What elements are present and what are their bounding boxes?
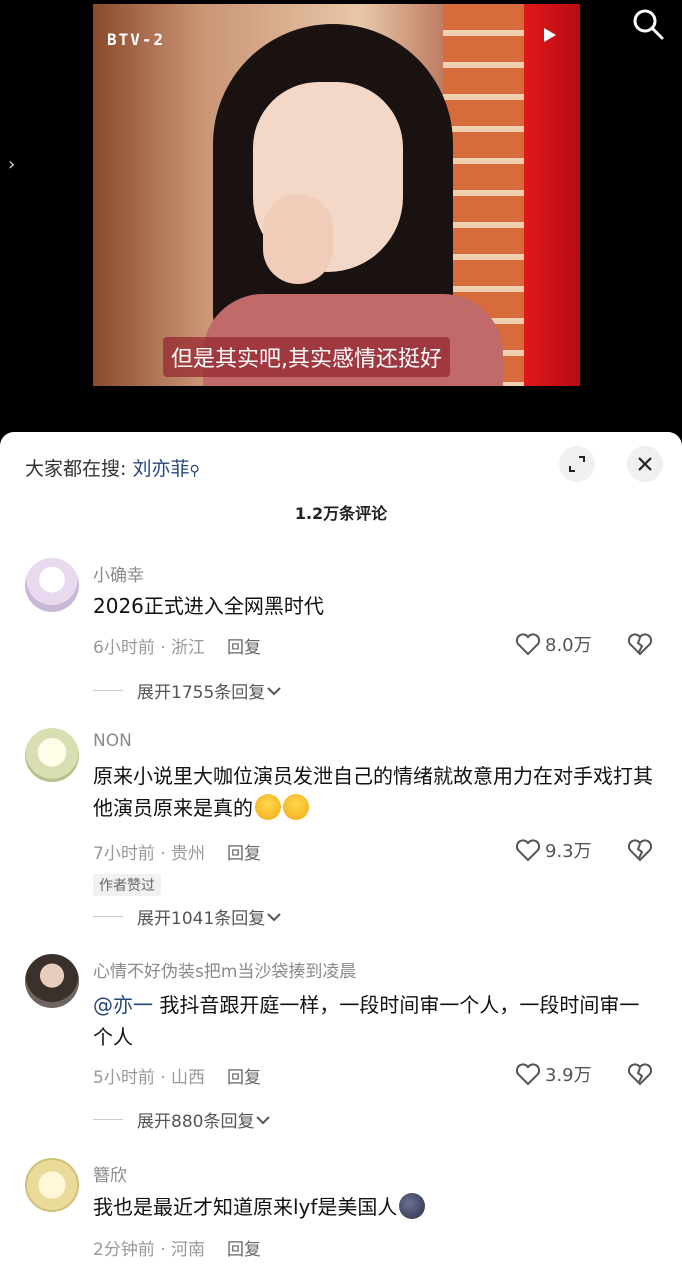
comment-time-location: 5小时前 · 山西 xyxy=(93,1068,206,1088)
comment-username[interactable]: 簪欣 xyxy=(93,1161,127,1186)
video-person-hand xyxy=(263,194,333,284)
like-count: 8.0万 xyxy=(545,635,592,656)
comment-count: 1.2万条评论 xyxy=(294,504,388,523)
comment-text: 2026正式进入全网黑时代 xyxy=(93,594,324,618)
expand-replies-label: 展开1755条回复 xyxy=(137,683,266,703)
video-frame[interactable]: BTV-2 xyxy=(93,4,580,386)
heart-icon xyxy=(515,1063,541,1086)
video-player[interactable]: BTV-2 但是其实吧,其实感情还挺好 › xyxy=(0,0,682,445)
comment-text-body: 原来小说里大咖位演员发泄自己的情绪就故意用力在对手戏打其他演员原来是真的 xyxy=(93,764,653,820)
reply-button[interactable]: 回复 xyxy=(227,1240,261,1260)
like-count: 3.9万 xyxy=(545,1065,592,1086)
expand-replies-label: 展开880条回复 xyxy=(137,1112,255,1132)
comment-text-body: 我也是最近才知道原来lyf是美国人 xyxy=(93,1195,398,1219)
crying-emoji-icon xyxy=(255,794,281,820)
like-button[interactable]: 9.3万 xyxy=(515,837,592,863)
comment-meta: 6小时前 · 浙江 回复 xyxy=(93,633,261,658)
comment-meta: 5小时前 · 山西 回复 xyxy=(93,1063,261,1088)
avatar[interactable] xyxy=(25,558,79,612)
like-count: 9.3万 xyxy=(545,841,592,862)
user-mention[interactable]: @亦一 xyxy=(93,993,153,1017)
expand-replies-button[interactable]: 展开1041条回复 xyxy=(93,904,283,929)
channel-logo: BTV-2 xyxy=(107,30,166,49)
video-subtitle: 但是其实吧,其实感情还挺好 xyxy=(163,337,450,377)
play-indicator-icon xyxy=(544,28,556,42)
hot-search-bar[interactable]: 大家都在搜: 刘亦菲⚲ xyxy=(25,454,200,481)
expand-icon xyxy=(569,456,585,472)
comment-text: 原来小说里大咖位演员发泄自己的情绪就故意用力在对手戏打其他演员原来是真的 xyxy=(93,760,653,824)
comment-username[interactable]: 小确幸 xyxy=(93,561,144,586)
expand-replies-label: 展开1041条回复 xyxy=(137,909,266,929)
comment-text: @亦一 我抖音跟开庭一样，一段时间审一个人，一段时间审一个人 xyxy=(93,989,653,1053)
comment-text: 我也是最近才知道原来lyf是美国人 xyxy=(93,1191,653,1223)
comment-username[interactable]: NON xyxy=(93,731,132,751)
like-button[interactable]: 8.0万 xyxy=(515,631,592,657)
expand-replies-button[interactable]: 展开880条回复 xyxy=(93,1107,272,1132)
chevron-down-icon xyxy=(267,686,281,695)
hot-search-keyword[interactable]: 刘亦菲 xyxy=(132,458,189,480)
reply-button[interactable]: 回复 xyxy=(227,1068,261,1088)
divider xyxy=(93,690,123,691)
expand-button[interactable] xyxy=(559,446,595,482)
broken-heart-icon[interactable] xyxy=(627,838,653,862)
comment-time-location: 2分钟前 · 河南 xyxy=(93,1240,206,1260)
like-button[interactable]: 3.9万 xyxy=(515,1061,592,1087)
broken-heart-icon[interactable] xyxy=(627,632,653,656)
heart-icon xyxy=(515,633,541,656)
chevron-down-icon xyxy=(256,1115,271,1124)
avatar[interactable] xyxy=(25,1158,79,1212)
chevron-down-icon xyxy=(267,912,281,921)
comment-username[interactable]: 心情不好伪装s把m当沙袋揍到凌晨 xyxy=(93,957,356,982)
search-icon[interactable] xyxy=(630,6,666,42)
divider xyxy=(93,1119,123,1120)
avatar[interactable] xyxy=(25,728,79,782)
comment-time-location: 6小时前 · 浙江 xyxy=(93,638,206,658)
reply-button[interactable]: 回复 xyxy=(227,638,261,658)
reply-button[interactable]: 回复 xyxy=(227,844,261,864)
heart-icon xyxy=(515,839,541,862)
avatar[interactable] xyxy=(25,954,79,1008)
search-icon: ⚲ xyxy=(189,463,200,479)
close-button[interactable] xyxy=(627,446,663,482)
author-liked-badge: 作者赞过 xyxy=(93,874,161,896)
divider xyxy=(93,916,123,917)
comment-meta: 2分钟前 · 河南 回复 xyxy=(93,1235,261,1260)
hot-search-prefix: 大家都在搜: xyxy=(25,458,127,480)
crying-emoji-icon xyxy=(283,794,309,820)
comment-time-location: 7小时前 · 贵州 xyxy=(93,844,206,864)
close-icon xyxy=(638,457,652,471)
moon-emoji-icon xyxy=(399,1193,426,1219)
chevron-right-icon[interactable]: › xyxy=(8,154,15,175)
video-background-red xyxy=(524,4,580,386)
comment-text-body: 我抖音跟开庭一样，一段时间审一个人，一段时间审一个人 xyxy=(93,993,640,1049)
comment-meta: 7小时前 · 贵州 回复 xyxy=(93,839,261,864)
expand-replies-button[interactable]: 展开1755条回复 xyxy=(93,678,283,703)
broken-heart-icon[interactable] xyxy=(627,1062,653,1086)
